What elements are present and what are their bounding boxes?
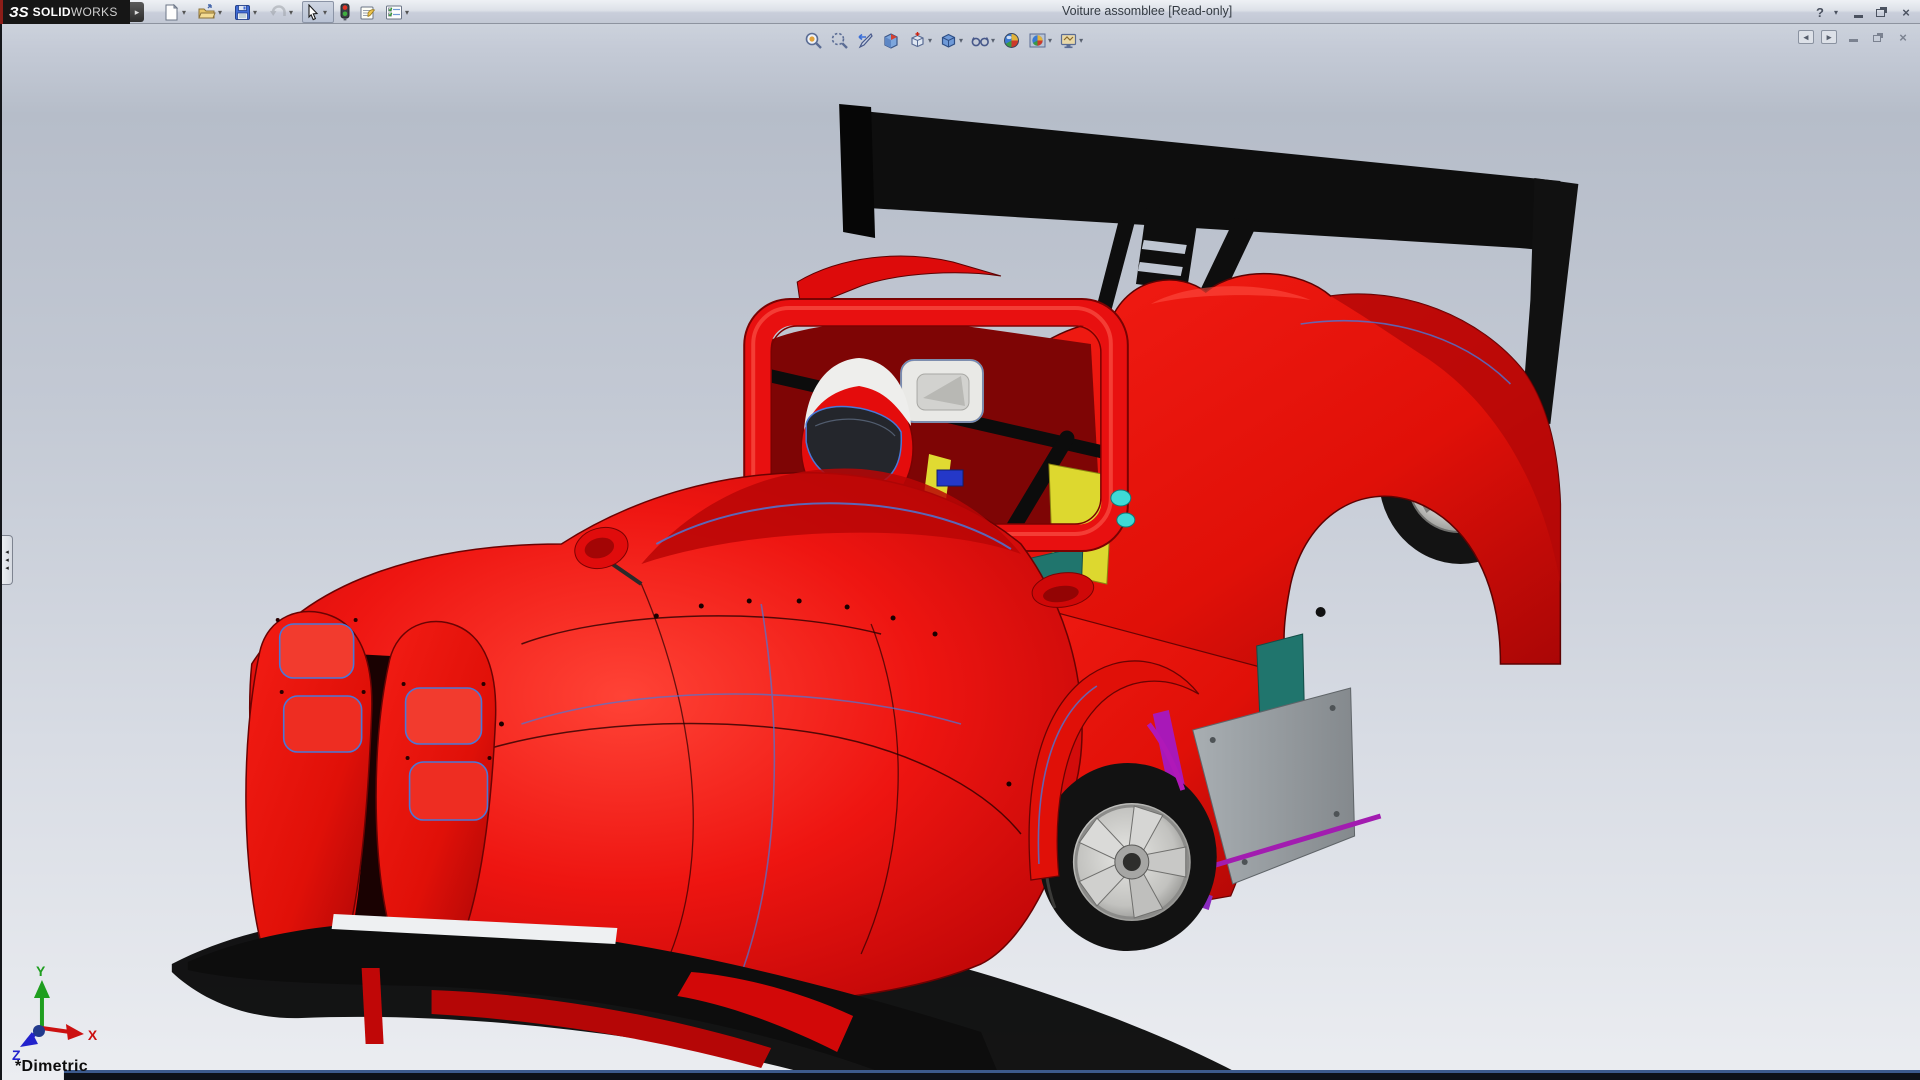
document-window-controls: ◂ ▸ ×	[1798, 29, 1912, 45]
titlebar: ЗS SOLID WORKS ▸ ▾ ▾	[0, 0, 1920, 24]
front-wheel[interactable]	[1039, 763, 1217, 951]
toggle-left-pane-button[interactable]: ◂	[1798, 30, 1814, 44]
minimize-document-button[interactable]	[1844, 29, 1862, 45]
restore-icon	[1876, 9, 1885, 17]
minimize-icon	[1854, 15, 1863, 18]
dropdown-icon[interactable]: ▾	[218, 8, 226, 17]
orientation-triad: Y X Z	[12, 963, 98, 1063]
logo-text-solid: SOLID	[33, 5, 71, 19]
new-document-button[interactable]: ▾	[160, 1, 193, 23]
zoom-to-area-button[interactable]	[828, 29, 851, 52]
apply-scene-button[interactable]: ▾	[1026, 29, 1054, 52]
previous-view-button[interactable]	[854, 29, 877, 52]
new-document-icon	[163, 4, 180, 21]
edit-appearance-icon	[1002, 31, 1021, 50]
dropdown-icon[interactable]: ▾	[959, 36, 963, 45]
restore-button[interactable]	[1872, 3, 1892, 21]
collapse-left-icon: ◂	[5, 549, 9, 556]
solidworks-logo-icon: ЗS	[9, 4, 29, 21]
quick-access-toolbar: ▾ ▾ ▾	[160, 1, 418, 23]
featuremanager-collapsed-tab[interactable]: ◂ ◂ ◂	[2, 535, 13, 585]
solidworks-logo[interactable]: ЗS SOLID WORKS	[0, 0, 130, 24]
dropdown-icon[interactable]: ▾	[1079, 36, 1083, 45]
headsup-toolbar: ▾ ▾ ▾	[802, 27, 1085, 53]
file-properties-button[interactable]	[356, 1, 380, 23]
close-button[interactable]: ×	[1896, 3, 1916, 21]
zoom-to-fit-icon	[804, 31, 823, 50]
extinguisher-knob	[1111, 490, 1131, 506]
view-orientation-button[interactable]: ▾	[906, 29, 934, 52]
section-view-icon	[882, 31, 901, 50]
section-view-button[interactable]	[880, 29, 903, 52]
rebuild-button[interactable]	[336, 1, 354, 23]
zoom-to-area-icon	[830, 31, 849, 50]
open-button[interactable]: ▾	[195, 1, 229, 23]
open-folder-icon	[198, 4, 216, 21]
view-orientation-icon	[908, 31, 927, 50]
body-hole	[1316, 607, 1326, 617]
logo-text-works: WORKS	[71, 5, 118, 19]
extinguisher-knob	[1117, 513, 1135, 527]
dropdown-icon[interactable]: ▾	[991, 36, 995, 45]
svg-text:X: X	[88, 1027, 98, 1043]
window-controls: ? ▾ ×	[1810, 2, 1916, 22]
display-style-icon	[939, 31, 958, 50]
dropdown-icon[interactable]: ▾	[253, 8, 261, 17]
dropdown-icon[interactable]: ▾	[928, 36, 932, 45]
file-properties-icon	[359, 4, 377, 21]
select-cursor-icon	[305, 4, 321, 21]
select-tool-button[interactable]: ▾	[302, 1, 334, 23]
collapse-left-icon: ◂	[5, 557, 9, 564]
undo-button[interactable]: ▾	[266, 1, 300, 23]
harness-buckle	[937, 470, 963, 486]
zoom-to-fit-button[interactable]	[802, 29, 825, 52]
dropdown-icon[interactable]: ▾	[182, 8, 190, 17]
restore-icon	[1873, 35, 1881, 42]
solidworks-window: ЗS SOLID WORKS ▸ ▾ ▾	[0, 0, 1920, 1080]
save-floppy-icon	[234, 4, 251, 21]
graphics-viewport[interactable]: Y X Z	[0, 24, 1920, 1080]
view-settings-icon	[1059, 31, 1078, 50]
dropdown-icon[interactable]: ▾	[405, 8, 413, 17]
options-checklist-icon	[385, 4, 403, 21]
air-intake[interactable]	[901, 360, 983, 422]
view-orientation-label: *Dimetric	[15, 1058, 88, 1076]
previous-view-icon	[856, 31, 875, 50]
save-button[interactable]: ▾	[231, 1, 264, 23]
collapse-left-icon: ◂	[5, 565, 9, 572]
help-button[interactable]: ?	[1810, 3, 1830, 21]
minimize-button[interactable]	[1848, 3, 1868, 21]
toggle-right-pane-button[interactable]: ▸	[1821, 30, 1837, 44]
apply-scene-icon	[1028, 31, 1047, 50]
view-settings-button[interactable]: ▾	[1057, 29, 1085, 52]
race-car-model[interactable]: Y X Z	[2, 24, 1920, 1080]
minimize-icon	[1849, 39, 1858, 42]
hide-show-items-icon	[970, 31, 990, 50]
dropdown-icon[interactable]: ▾	[323, 8, 331, 17]
svg-text:Y: Y	[36, 963, 46, 979]
undo-arrow-icon	[269, 4, 287, 21]
hide-show-items-button[interactable]: ▾	[968, 29, 997, 52]
taskbar-sliver	[64, 1070, 1920, 1080]
rebuild-traffic-light-icon	[339, 3, 351, 21]
dropdown-icon[interactable]: ▾	[1048, 36, 1052, 45]
display-style-button[interactable]: ▾	[937, 29, 965, 52]
window-title: Voiture assomblee [Read-only]	[1062, 4, 1232, 18]
restore-document-button[interactable]	[1869, 29, 1887, 45]
options-button[interactable]: ▾	[382, 1, 416, 23]
menu-expand-arrow[interactable]: ▸	[130, 2, 144, 22]
edit-appearance-button[interactable]	[1000, 29, 1023, 52]
dropdown-icon[interactable]: ▾	[289, 8, 297, 17]
help-dropdown-icon[interactable]: ▾	[1834, 8, 1844, 17]
close-document-button[interactable]: ×	[1894, 29, 1912, 45]
